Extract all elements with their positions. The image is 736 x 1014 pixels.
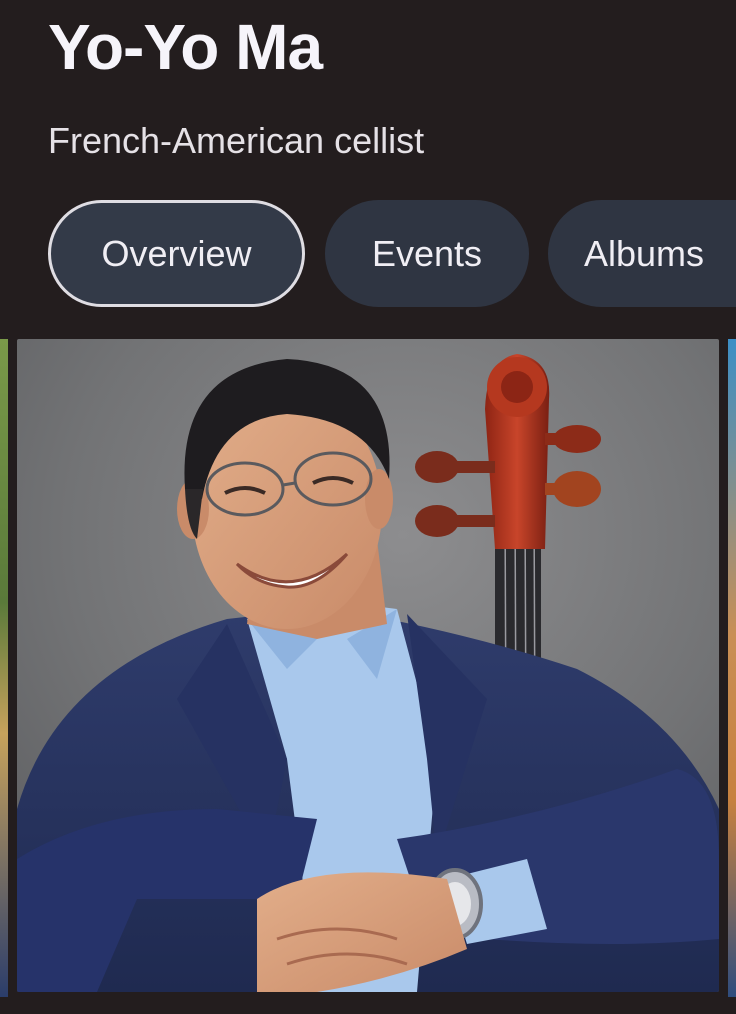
entity-title: Yo-Yo Ma [48,11,323,83]
tab-overview[interactable]: Overview [48,200,305,307]
next-image-peek[interactable] [728,339,736,997]
tab-albums[interactable]: Albums [548,200,736,307]
entity-description: French-American cellist [48,120,425,161]
previous-image-peek[interactable] [0,339,8,997]
tab-bar: Overview Events Albums [48,200,736,308]
image-carousel[interactable] [0,335,736,1014]
portrait-photo[interactable] [17,339,719,992]
tab-events[interactable]: Events [325,200,529,307]
knowledge-panel-header: Yo-Yo Ma French-American cellist Overvie… [0,0,736,335]
